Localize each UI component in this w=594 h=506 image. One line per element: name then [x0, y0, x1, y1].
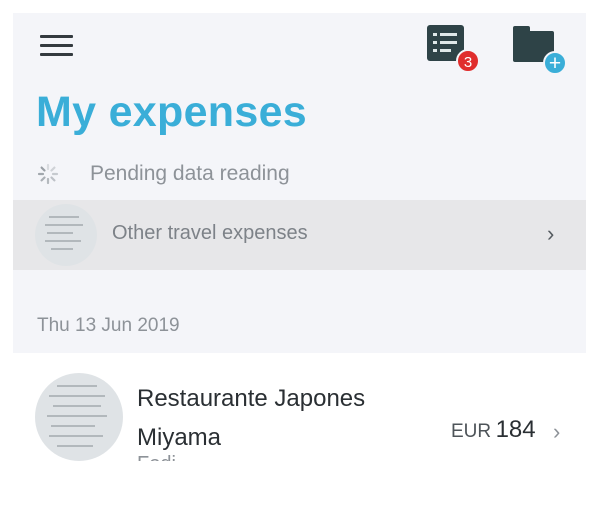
reports-count-badge: 3 — [456, 49, 480, 73]
plus-icon: + — [543, 51, 567, 75]
folder-add-icon[interactable]: + — [513, 26, 569, 78]
expense-amount: EUR 184 — [451, 416, 536, 444]
expense-row[interactable]: Restaurante Japones Miyama Fodi EUR 184 … — [13, 353, 586, 461]
pending-label: Pending data reading — [90, 162, 290, 185]
report-list-icon[interactable]: 3 — [427, 25, 480, 73]
group-label: Other travel expenses — [112, 222, 308, 244]
pending-status: Pending data reading — [13, 153, 586, 195]
receipt-thumbnail — [35, 204, 97, 266]
receipt-thumbnail — [35, 373, 123, 461]
top-bar: 3 + — [13, 13, 586, 88]
menu-line — [40, 35, 73, 38]
menu-line — [40, 53, 73, 56]
chevron-right-icon: › — [547, 221, 555, 246]
expense-group-row[interactable]: Other travel expenses › — [13, 200, 586, 270]
page-title: My expenses — [36, 88, 308, 136]
chevron-right-icon: › — [553, 419, 561, 444]
menu-line — [40, 44, 73, 47]
app-screen: 3 + My expenses Pending data reading Oth… — [13, 13, 586, 461]
date-header: Thu 13 Jun 2019 — [37, 315, 180, 336]
loading-spinner-icon — [37, 163, 59, 185]
amount-value: 184 — [495, 416, 536, 443]
currency-code: EUR — [451, 421, 492, 442]
expense-category: Fodi — [137, 453, 176, 461]
hamburger-menu-icon[interactable] — [40, 34, 74, 58]
merchant-name: Restaurante Japones Miyama — [137, 385, 366, 451]
